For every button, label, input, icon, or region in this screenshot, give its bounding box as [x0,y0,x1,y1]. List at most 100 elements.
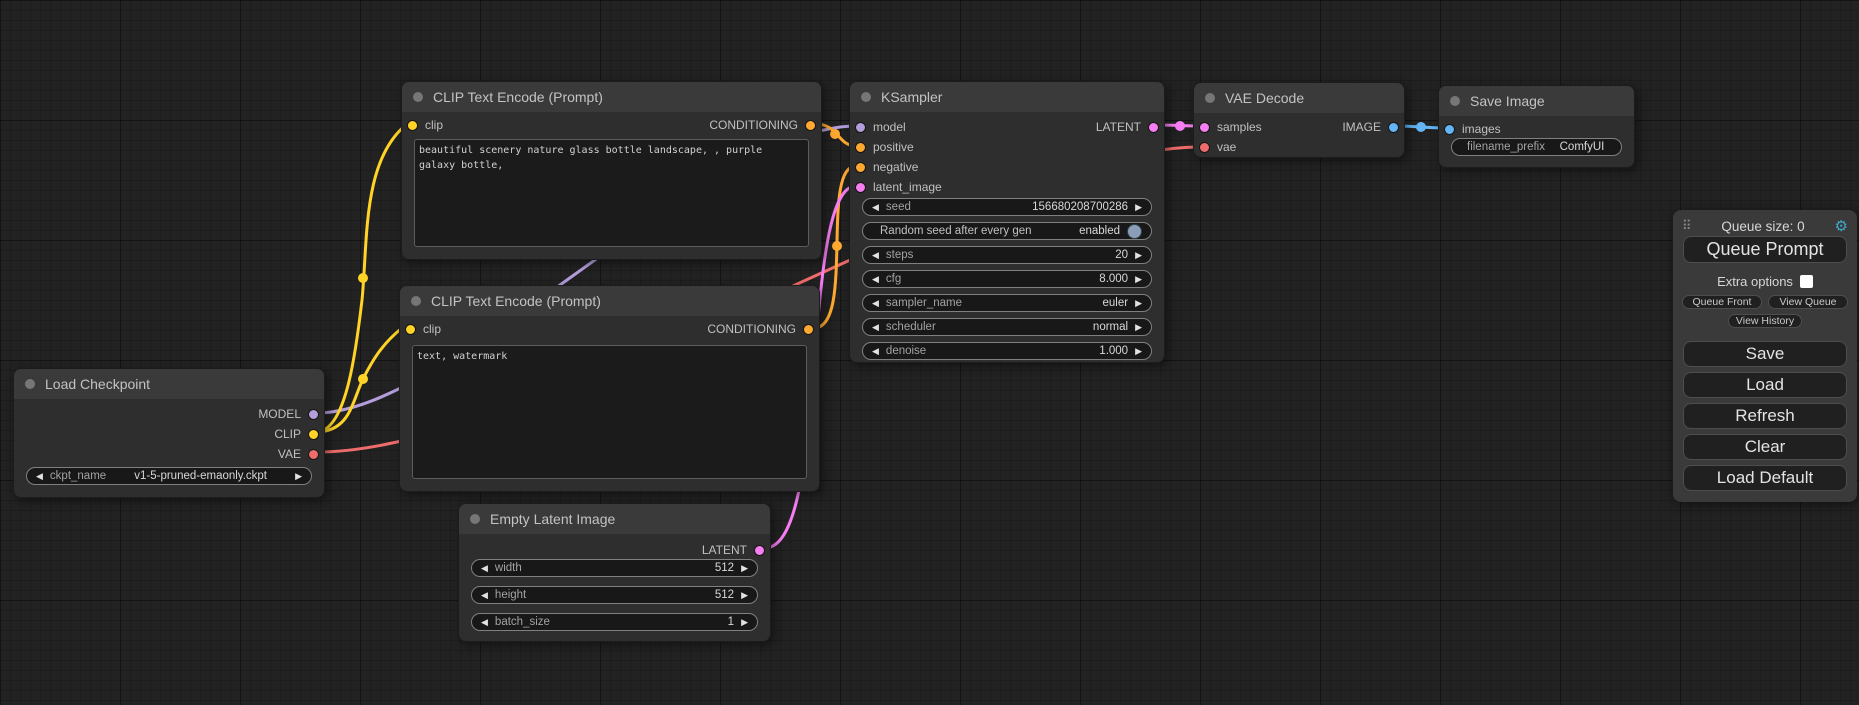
node-empty-latent-image[interactable]: Empty Latent Image LATENT ◀ width 512 ▶ … [458,503,771,642]
collapse-dot-icon[interactable] [411,296,421,306]
conditioning-output-socket[interactable] [803,324,814,335]
scheduler-widget[interactable]: ◀ scheduler normal ▶ [862,318,1152,336]
clear-button[interactable]: Clear [1683,434,1847,460]
collapse-dot-icon[interactable] [1450,96,1460,106]
model-output-socket[interactable] [308,409,319,420]
batch-size-value: 1 [728,616,734,628]
node-title-bar[interactable]: CLIP Text Encode (Prompt) [402,82,821,112]
decrement-arrow-icon[interactable]: ◀ [481,618,488,627]
increment-arrow-icon[interactable]: ▶ [741,591,748,600]
increment-arrow-icon[interactable]: ▶ [295,472,302,481]
node-ksampler[interactable]: KSampler model positive negative latent_… [849,81,1165,363]
conditioning-output-socket[interactable] [805,120,816,131]
scheduler-value: normal [1093,321,1128,333]
collapse-dot-icon[interactable] [413,92,423,102]
node-clip-text-encode-positive[interactable]: CLIP Text Encode (Prompt) clip CONDITION… [401,81,822,260]
negative-input-socket[interactable] [855,162,866,173]
node-title-bar[interactable]: CLIP Text Encode (Prompt) [400,286,819,316]
refresh-button[interactable]: Refresh [1683,403,1847,429]
decrement-arrow-icon[interactable]: ◀ [872,203,879,212]
negative-prompt-textarea[interactable]: text, watermark [412,345,807,479]
increment-arrow-icon[interactable]: ▶ [1135,323,1142,332]
sampler-name-widget[interactable]: ◀ sampler_name euler ▶ [862,294,1152,312]
node-title: VAE Decode [1225,90,1304,106]
clip-output-socket[interactable] [308,429,319,440]
clip-input-socket[interactable] [407,120,418,131]
image-output-socket[interactable] [1388,122,1399,133]
random-seed-toggle-widget[interactable]: Random seed after every gen enabled [862,222,1152,240]
input-label-clip: clip [425,118,443,132]
filename-prefix-widget[interactable]: filename_prefix ComfyUI [1451,138,1622,156]
increment-arrow-icon[interactable]: ▶ [741,564,748,573]
drag-handle-icon[interactable]: ⠿ [1682,218,1692,234]
increment-arrow-icon[interactable]: ▶ [1135,275,1142,284]
collapse-dot-icon[interactable] [1205,93,1215,103]
decrement-arrow-icon[interactable]: ◀ [872,323,879,332]
samples-input-socket[interactable] [1199,122,1210,133]
view-history-button[interactable]: View History [1728,314,1802,328]
collapse-dot-icon[interactable] [470,514,480,524]
node-title-bar[interactable]: Save Image [1439,86,1634,116]
ckpt-name-value: v1-5-pruned-emaonly.ckpt [113,470,288,482]
output-label-conditioning: CONDITIONING [709,118,798,132]
view-queue-button[interactable]: View Queue [1768,295,1848,309]
node-title: Load Checkpoint [45,376,150,392]
node-clip-text-encode-negative[interactable]: CLIP Text Encode (Prompt) clip CONDITION… [399,285,820,492]
node-title-bar[interactable]: Load Checkpoint [14,369,324,399]
latent-output-socket[interactable] [1148,122,1159,133]
node-title: Empty Latent Image [490,511,615,527]
positive-input-socket[interactable] [855,142,866,153]
node-title: Save Image [1470,93,1545,109]
load-default-button[interactable]: Load Default [1683,465,1847,491]
increment-arrow-icon[interactable]: ▶ [1135,251,1142,260]
toggle-dot[interactable] [1127,224,1142,239]
decrement-arrow-icon[interactable]: ◀ [872,299,879,308]
batch-size-widget[interactable]: ◀ batch_size 1 ▶ [471,613,758,631]
seed-widget[interactable]: ◀ seed 156680208700286 ▶ [862,198,1152,216]
node-graph-canvas[interactable]: Load Checkpoint MODEL CLIP VAE ◀ ckpt_na… [0,0,1859,705]
height-widget[interactable]: ◀ height 512 ▶ [471,586,758,604]
decrement-arrow-icon[interactable]: ◀ [872,347,879,356]
settings-gear-icon[interactable]: ⚙ [1835,217,1848,235]
decrement-arrow-icon[interactable]: ◀ [481,591,488,600]
queue-front-button[interactable]: Queue Front [1682,295,1762,309]
increment-arrow-icon[interactable]: ▶ [1135,203,1142,212]
node-title-bar[interactable]: Empty Latent Image [459,504,770,534]
queue-prompt-button[interactable]: Queue Prompt [1683,236,1847,263]
node-load-checkpoint[interactable]: Load Checkpoint MODEL CLIP VAE ◀ ckpt_na… [13,368,325,498]
queue-panel[interactable]: ⠿ Queue size: 0 ⚙ Queue Prompt Extra opt… [1673,210,1857,502]
decrement-arrow-icon[interactable]: ◀ [481,564,488,573]
input-label-negative: negative [873,160,918,174]
decrement-arrow-icon[interactable]: ◀ [872,275,879,284]
node-save-image[interactable]: Save Image images filename_prefix ComfyU… [1438,85,1635,168]
save-button[interactable]: Save [1683,341,1847,367]
collapse-dot-icon[interactable] [861,92,871,102]
decrement-arrow-icon[interactable]: ◀ [36,472,43,481]
input-label-images: images [1462,122,1501,136]
width-widget[interactable]: ◀ width 512 ▶ [471,559,758,577]
cfg-widget[interactable]: ◀ cfg 8.000 ▶ [862,270,1152,288]
ckpt-name-widget[interactable]: ◀ ckpt_name v1-5-pruned-emaonly.ckpt ▶ [26,467,312,485]
vae-input-socket[interactable] [1199,142,1210,153]
latent-image-input-socket[interactable] [855,182,866,193]
increment-arrow-icon[interactable]: ▶ [741,618,748,627]
clip-input-socket[interactable] [405,324,416,335]
denoise-widget[interactable]: ◀ denoise 1.000 ▶ [862,342,1152,360]
node-vae-decode[interactable]: VAE Decode samples vae IMAGE [1193,82,1405,158]
node-title-bar[interactable]: VAE Decode [1194,83,1404,113]
extra-options-checkbox[interactable] [1800,275,1813,288]
latent-output-socket[interactable] [754,545,765,556]
collapse-dot-icon[interactable] [25,379,35,389]
wire-dot [358,374,368,384]
load-button[interactable]: Load [1683,372,1847,398]
images-input-socket[interactable] [1444,124,1455,135]
vae-output-socket[interactable] [308,449,319,460]
increment-arrow-icon[interactable]: ▶ [1135,299,1142,308]
increment-arrow-icon[interactable]: ▶ [1135,347,1142,356]
decrement-arrow-icon[interactable]: ◀ [872,251,879,260]
steps-widget[interactable]: ◀ steps 20 ▶ [862,246,1152,264]
positive-prompt-textarea[interactable]: beautiful scenery nature glass bottle la… [414,139,809,247]
model-input-socket[interactable] [855,122,866,133]
wire-dot [832,241,842,251]
node-title-bar[interactable]: KSampler [850,82,1164,112]
